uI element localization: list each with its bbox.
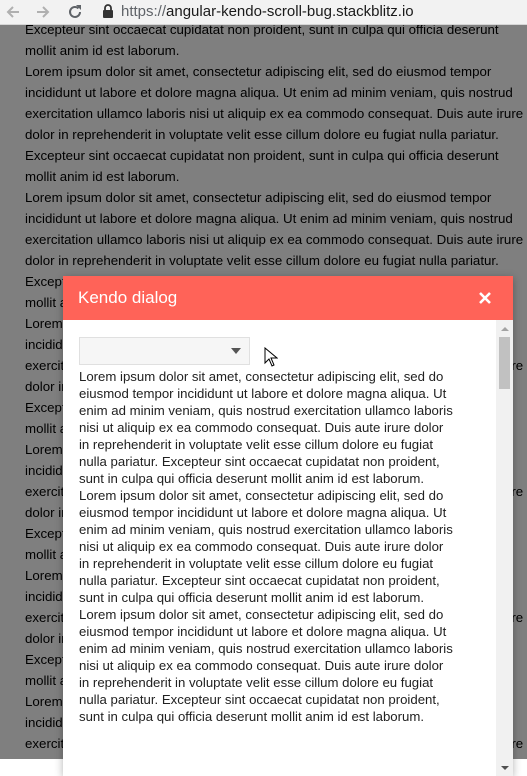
scroll-up-icon <box>500 326 509 331</box>
caret-down-icon <box>231 348 241 354</box>
dialog-text: Lorem ipsum dolor sit amet, consectetur … <box>79 368 481 725</box>
dialog-text-line: in reprehenderit in voluptate velit esse… <box>79 675 434 690</box>
dialog-scrollbar[interactable] <box>496 320 513 776</box>
back-arrow-icon <box>6 6 19 18</box>
dialog-text-line: nulla pariatur. Excepteur sint occaecat … <box>79 692 440 707</box>
dialog-text-line: in reprehenderit in voluptate velit esse… <box>79 437 434 452</box>
lock-icon <box>101 3 117 21</box>
dialog-text-line: eiusmod tempor incididunt ut labore et d… <box>79 386 447 401</box>
dialog-text-line: sunt in culpa qui officia deserunt molli… <box>79 709 425 724</box>
scroll-down-icon <box>500 765 509 770</box>
dialog-text-line: nulla pariatur. Excepteur sint occaecat … <box>79 573 440 588</box>
dialog-text-line: nulla pariatur. Excepteur sint occaecat … <box>79 454 440 469</box>
dialog-text-line: nisi ut aliquip ex ea commodo consequat.… <box>79 420 444 435</box>
browser-toolbar: https://angular-kendo-scroll-bug.stackbl… <box>0 0 527 25</box>
dialog-text-line: nisi ut aliquip ex ea commodo consequat.… <box>79 658 444 673</box>
dialog-content[interactable]: Lorem ipsum dolor sit amet, consectetur … <box>63 320 513 776</box>
dropdown-list[interactable] <box>79 337 250 365</box>
url-scheme: https:// <box>121 3 167 20</box>
dialog-text-line: sunt in culpa qui officia deserunt molli… <box>79 590 425 605</box>
scroll-up-button[interactable] <box>496 320 513 337</box>
address-bar[interactable]: https://angular-kendo-scroll-bug.stackbl… <box>121 3 414 21</box>
reload-button[interactable] <box>65 2 85 22</box>
dialog-text-line: eiusmod tempor incididunt ut labore et d… <box>79 624 447 639</box>
dialog-text-line: Lorem ipsum dolor sit amet, consectetur … <box>79 607 444 622</box>
scroll-down-button[interactable] <box>496 759 513 776</box>
dialog-text-line: enim ad minim veniam, quis nostrud exerc… <box>79 403 453 418</box>
dialog-title: Kendo dialog <box>78 288 178 307</box>
kendo-dialog: Kendo dialog Lorem ipsum dolor sit amet,… <box>63 276 513 776</box>
dialog-text-line: enim ad minim veniam, quis nostrud exerc… <box>79 641 453 656</box>
dialog-text-line: eiusmod tempor incididunt ut labore et d… <box>79 505 447 520</box>
dialog-titlebar: Kendo dialog <box>63 276 513 320</box>
forward-button[interactable] <box>33 2 53 22</box>
dialog-text-line: nisi ut aliquip ex ea commodo consequat.… <box>79 539 444 554</box>
forward-arrow-icon <box>37 6 50 18</box>
url-host: angular-kendo-scroll-bug.stackblitz.io <box>166 3 414 20</box>
dialog-text-line: in reprehenderit in voluptate velit esse… <box>79 556 434 571</box>
dialog-text-line: Lorem ipsum dolor sit amet, consectetur … <box>79 369 444 384</box>
dialog-text-line: Lorem ipsum dolor sit amet, consectetur … <box>79 488 444 503</box>
close-icon <box>479 292 491 304</box>
dialog-close-button[interactable] <box>475 288 495 308</box>
dialog-text-line: sunt in culpa qui officia deserunt molli… <box>79 471 425 486</box>
reload-icon <box>69 5 81 18</box>
mouse-pointer-icon <box>264 347 278 367</box>
dialog-text-line: enim ad minim veniam, quis nostrud exerc… <box>79 522 453 537</box>
back-button[interactable] <box>3 2 23 22</box>
scrollbar-thumb[interactable] <box>499 337 510 389</box>
